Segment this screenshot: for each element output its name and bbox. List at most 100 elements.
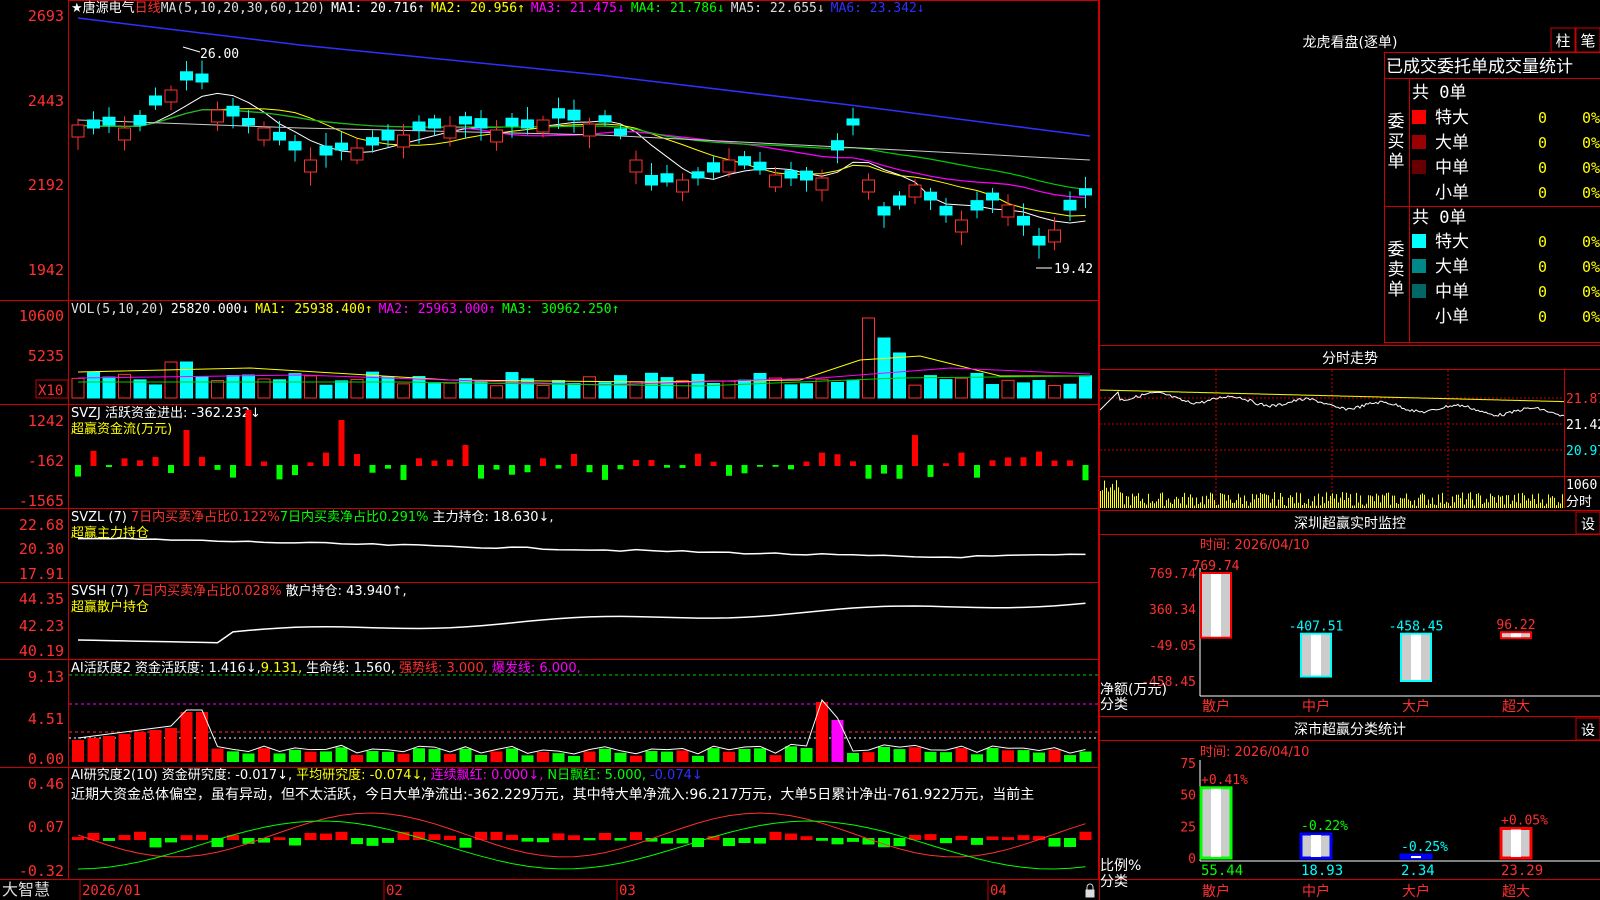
active-bar: [444, 753, 456, 762]
intraday-vol-bar: [1458, 494, 1459, 508]
research-bar: [738, 838, 751, 844]
buy-rows: 特大 0 0% 大单 0 0% 中单 0 0% 小单 0 0%: [1412, 108, 1600, 203]
classify-y-tick: 75: [1180, 757, 1196, 772]
intraday-vol-bar: [1148, 493, 1149, 508]
volume-bar: [164, 361, 178, 399]
intraday-vol-bar: [1310, 505, 1311, 508]
candle-body: [350, 147, 364, 161]
research-bar: [289, 838, 301, 846]
active-line: [77, 699, 1086, 755]
candle-body: [908, 184, 922, 198]
intraday-vol-bar: [1326, 492, 1327, 508]
classify-change-label: -0.22%: [1301, 819, 1348, 834]
svzj-bar: [1036, 451, 1042, 466]
intraday-vol-bar: [1208, 499, 1209, 508]
intraday-vol-bar: [1498, 495, 1499, 508]
intraday-vol-bar: [1202, 496, 1203, 508]
intraday-vol-bar: [1302, 505, 1303, 508]
kline-y-tick: 1942: [28, 261, 64, 279]
intraday-vol-bar: [1228, 494, 1229, 508]
intraday-vol-bar: [1134, 496, 1135, 508]
candle-body: [319, 145, 333, 156]
active-bar: [661, 751, 673, 762]
research-y-tick: 0.46: [28, 775, 64, 793]
active-bar: [475, 754, 487, 762]
research-bar: [661, 838, 673, 844]
intraday-vol-bar: [1136, 495, 1137, 508]
candle-body: [784, 170, 798, 179]
research-bar: [320, 833, 332, 840]
active-reference-lines: [69, 674, 1098, 739]
active-bar: [785, 746, 797, 762]
active-bar: [72, 740, 84, 762]
order-row-pct: 0%: [1582, 109, 1600, 127]
candle-body: [645, 174, 658, 186]
monitor-bar-highlight: [1311, 634, 1321, 676]
kline-y-tick: 2443: [28, 92, 64, 110]
volume-bar: [118, 373, 131, 399]
active-bar: [723, 751, 735, 762]
candle-body: [629, 159, 643, 173]
volume-bar: [226, 374, 240, 399]
order-row-value: 0: [1538, 159, 1547, 177]
svzj-bar: [261, 461, 267, 466]
monitor-settings-button[interactable]: 设: [1575, 511, 1600, 535]
intraday-vol-bar: [1536, 504, 1537, 508]
svzj-bar: [493, 465, 500, 470]
intraday-vol-bar: [1306, 503, 1307, 508]
intraday-vol-bar: [1444, 503, 1445, 508]
intraday-ticks: 21.87 21.42 20.97 1060 分时: [1566, 392, 1600, 510]
svzj-bar: [509, 465, 515, 475]
intraday-vol-bar: [1512, 500, 1513, 508]
active-bar: [537, 752, 549, 762]
classify-settings-button[interactable]: 设: [1575, 717, 1600, 741]
intraday-vol-bar: [1472, 499, 1473, 508]
order-row-pct: 0%: [1582, 134, 1600, 152]
intraday-vol-bar: [1122, 493, 1123, 508]
chart-area[interactable]: 2693 2443 2192 1942 10600 5235 1242 -162…: [0, 0, 1600, 900]
order-stat-tabs[interactable]: 已成交委托单成交量统计: [1386, 57, 1573, 77]
intraday-vol-bar: [1482, 503, 1483, 508]
active-bar: [289, 749, 301, 762]
order-row-label: 大单: [1435, 257, 1469, 277]
research-header: AI研究度2(10) 资金研究度: -0.017↓, 平均研究度: -0.074↓,…: [71, 767, 1034, 803]
intraday-vol-bar: [1418, 497, 1419, 508]
intraday-chart[interactable]: [1099, 370, 1600, 508]
stock-name: 唐源电气: [83, 0, 135, 16]
active-bar: [676, 750, 689, 762]
svzj-bar: [617, 465, 624, 470]
pen-mode-button[interactable]: 笔: [1575, 27, 1600, 53]
intraday-vol-bar: [1368, 495, 1369, 508]
volume-bar: [133, 379, 147, 399]
research-y-tick: -0.32: [19, 862, 64, 880]
intraday-vol-bar: [1462, 492, 1463, 508]
candle-body: [226, 105, 240, 117]
intraday-vol-bar: [1220, 493, 1221, 508]
intraday-vol-bar: [1224, 494, 1225, 508]
intraday-vol-bar: [1266, 494, 1267, 508]
order-row-label: 特大: [1435, 232, 1469, 252]
intraday-vol-bar: [1258, 497, 1259, 508]
candle-body: [924, 191, 937, 201]
bar-mode-button[interactable]: 柱: [1550, 27, 1576, 53]
intraday-vol-bar: [1384, 495, 1385, 508]
svzj-bar: [586, 465, 593, 473]
candle-body: [366, 137, 379, 146]
intraday-vol-bar: [1338, 502, 1339, 508]
intraday-vol-bar: [1112, 483, 1113, 508]
classify-title: 深市超赢分类统计: [1294, 721, 1406, 738]
order-row-value: 0: [1538, 109, 1547, 127]
intraday-vol-bar: [1474, 505, 1475, 508]
svzj-bar: [1005, 457, 1011, 466]
svg-text:分时: 分时: [1566, 495, 1592, 510]
intraday-vol-bar: [1548, 494, 1549, 508]
research-bar: [72, 837, 84, 840]
intraday-vol-bar: [1350, 494, 1351, 508]
candle-body: [893, 195, 906, 206]
intraday-vol-bar: [1174, 499, 1175, 508]
order-color-swatch: [1412, 135, 1426, 149]
svg-text:VOL(5,10,20)25820.000↓MA1: 259: VOL(5,10,20) 25820.000↓ MA1: 25938.400↑ MA2…: [71, 302, 619, 317]
research-bar: [893, 838, 906, 847]
svg-text:AI活跃度2资金活跃度: 1.416↓,9.131,生命线:: AI活跃度2 资金活跃度: 1.416↓,9.131, 生命线: 1.560, 强势线…: [71, 660, 581, 676]
volume-bar: [676, 379, 689, 399]
